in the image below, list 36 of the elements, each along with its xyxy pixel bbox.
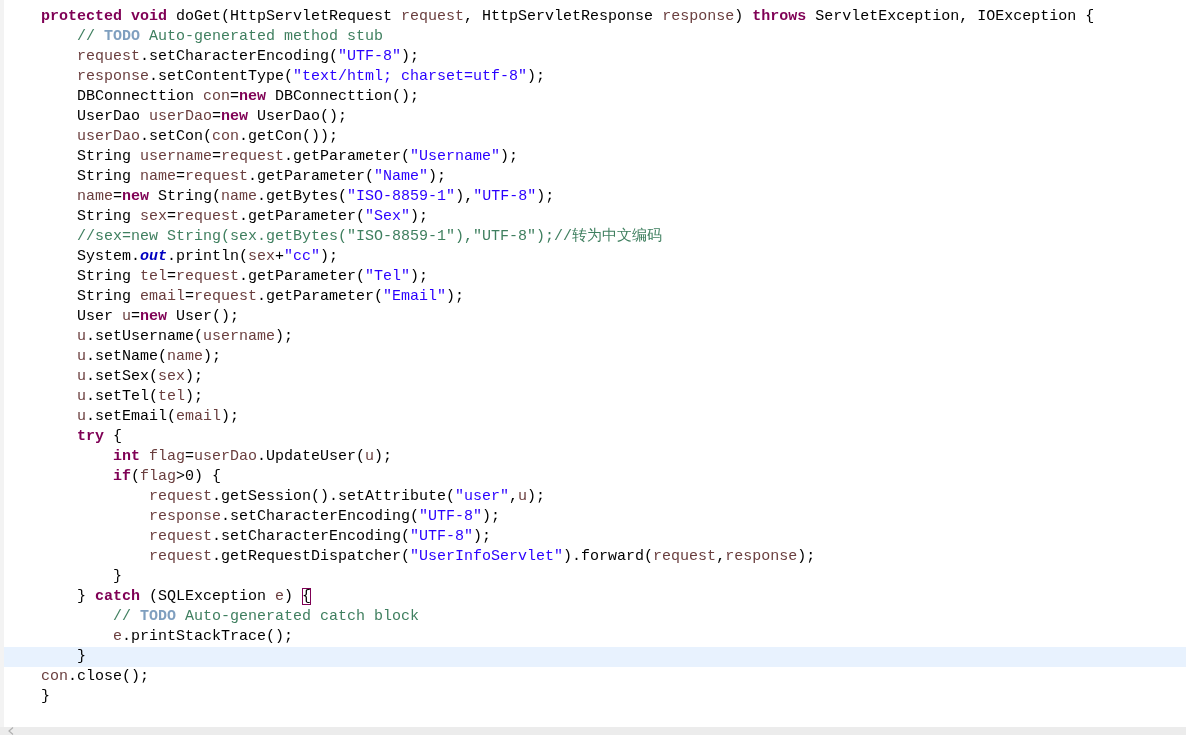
- code-line: if(flag>0) {: [113, 467, 222, 487]
- code-line: }: [41, 687, 50, 707]
- code-line: } catch (SQLException e) {: [77, 587, 312, 607]
- code-line: String name=request.getParameter("Name");: [77, 167, 447, 187]
- code-line: String username=request.getParameter("Username");: [77, 147, 519, 167]
- code-line: //sex=new String(sex.getBytes("ISO-8859-1"),"UTF-8");//转为中文编码: [77, 227, 663, 247]
- code-line: protected void doGet(HttpServletRequest request, HttpServletResponse response) throws ServletException, IOException {: [41, 7, 1095, 27]
- code-line: response.setCharacterEncoding("UTF-8");: [149, 507, 501, 527]
- horizontal-scrollbar[interactable]: [0, 727, 1186, 735]
- code-line: }: [77, 647, 86, 667]
- code-line: String sex=request.getParameter("Sex");: [77, 207, 429, 227]
- code-line: // TODO Auto-generated catch block: [113, 607, 420, 627]
- code-line: DBConnecttion con=new DBConnecttion();: [77, 87, 420, 107]
- code-line: con.close();: [41, 667, 150, 687]
- code-line: try {: [77, 427, 123, 447]
- code-line: response.setContentType("text/html; charset=utf-8");: [77, 67, 546, 87]
- code-line: u.setEmail(email);: [77, 407, 240, 427]
- code-line: }: [113, 567, 122, 587]
- code-line: System.out.println(sex+"cc");: [77, 247, 339, 267]
- code-line: User u=new User();: [77, 307, 240, 327]
- code-line: request.getRequestDispatcher("UserInfoServlet").forward(request,response);: [149, 547, 816, 567]
- code-line: u.setUsername(username);: [77, 327, 294, 347]
- code-line: e.printStackTrace();: [113, 627, 294, 647]
- code-line: request.setCharacterEncoding("UTF-8");: [77, 47, 420, 67]
- code-line: u.setName(name);: [77, 347, 222, 367]
- code-line: request.getSession().setAttribute("user",u);: [149, 487, 546, 507]
- code-line: request.setCharacterEncoding("UTF-8");: [149, 527, 492, 547]
- code-line: UserDao userDao=new UserDao();: [77, 107, 348, 127]
- code-line: name=new String(name.getBytes("ISO-8859-1"),"UTF-8");: [77, 187, 555, 207]
- code-line: u.setTel(tel);: [77, 387, 204, 407]
- code-line: userDao.setCon(con.getCon());: [77, 127, 339, 147]
- code-line: // TODO Auto-generated method stub: [77, 27, 384, 47]
- code-line: String email=request.getParameter("Email");: [77, 287, 465, 307]
- code-line: int flag=userDao.UpdateUser(u);: [113, 447, 393, 467]
- code-line: u.setSex(sex);: [77, 367, 204, 387]
- code-line: String tel=request.getParameter("Tel");: [77, 267, 429, 287]
